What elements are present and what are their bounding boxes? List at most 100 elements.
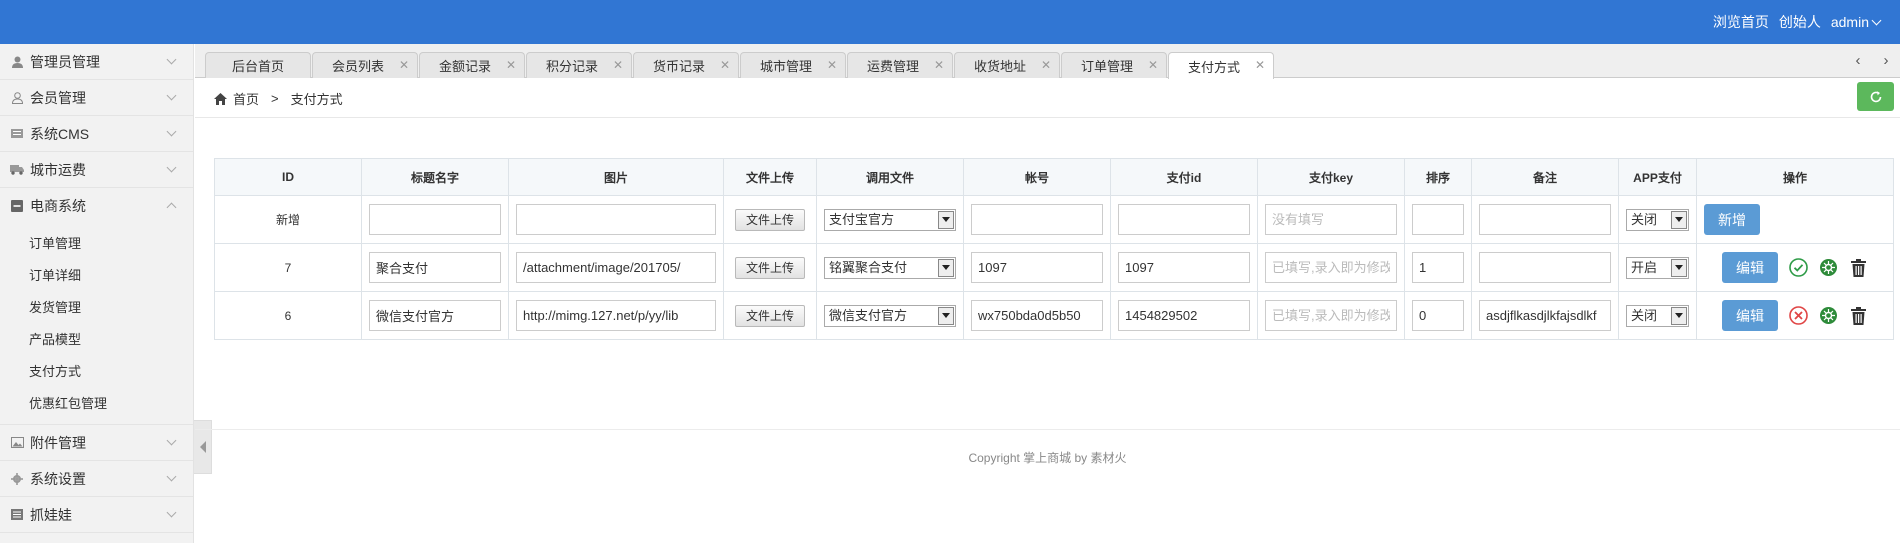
add-button[interactable]: 新增: [1704, 204, 1760, 235]
sidebar-item-members[interactable]: 会员管理: [0, 80, 193, 116]
chevron-down-icon: [166, 90, 177, 101]
list-icon: [10, 509, 24, 521]
close-icon[interactable]: ✕: [399, 58, 409, 72]
account-input[interactable]: [971, 252, 1103, 283]
remark-input[interactable]: [1479, 252, 1611, 283]
tab-label: 后台首页: [231, 59, 284, 74]
app-pay-select[interactable]: 关闭: [1626, 304, 1689, 327]
tab-label: 订单管理: [1080, 59, 1133, 74]
chevron-up-icon: [166, 202, 177, 213]
sidebar-item-admin[interactable]: 管理员管理: [0, 44, 193, 80]
sidebar-subitem-shipping[interactable]: 发货管理: [0, 292, 193, 324]
pay-id-input[interactable]: [1118, 252, 1250, 283]
sidebar-item-label: 系统设置: [30, 470, 86, 487]
close-icon[interactable]: ✕: [827, 58, 837, 72]
sidebar-item-cms[interactable]: 系统CMS: [0, 116, 193, 152]
select-value: 支付宝官方: [829, 211, 895, 227]
browse-home-link[interactable]: 浏览首页: [1713, 12, 1769, 32]
image-input[interactable]: [516, 252, 716, 283]
tab-label: 积分记录: [545, 59, 598, 74]
column-header: 排序: [1404, 158, 1472, 196]
sidebar-subitem-payment[interactable]: 支付方式: [0, 356, 193, 388]
sidebar-item-ecommerce[interactable]: 电商系统: [0, 188, 193, 224]
file-upload-button[interactable]: 文件上传: [734, 208, 805, 231]
user-menu[interactable]: admin: [1830, 14, 1882, 30]
truck-icon: [10, 164, 24, 176]
tab-freight-management[interactable]: 运费管理 ✕: [847, 52, 953, 78]
sidebar-subitem-coupons[interactable]: 优惠红包管理: [0, 388, 193, 420]
column-header: APP支付: [1618, 158, 1697, 196]
tab-points-records[interactable]: 积分记录 ✕: [526, 52, 632, 78]
image-input[interactable]: [516, 300, 716, 331]
close-icon[interactable]: ✕: [720, 58, 730, 72]
tab-amount-records[interactable]: 金额记录 ✕: [419, 52, 525, 78]
tab-order-management[interactable]: 订单管理 ✕: [1061, 52, 1167, 78]
pay-key-input[interactable]: [1265, 204, 1397, 235]
remark-input[interactable]: [1479, 204, 1611, 235]
tab-payment-methods[interactable]: 支付方式 ✕: [1168, 52, 1274, 79]
close-icon[interactable]: ✕: [613, 58, 623, 72]
enabled-check-icon[interactable]: [1788, 258, 1808, 278]
image-input[interactable]: [516, 204, 716, 235]
edit-button[interactable]: 编辑: [1722, 300, 1778, 331]
sidebar-item-city-freight[interactable]: 城市运费: [0, 152, 193, 188]
file-upload-button[interactable]: 文件上传: [734, 304, 805, 327]
tab-scroll-right-icon[interactable]: ›: [1872, 48, 1900, 72]
title-input[interactable]: [369, 300, 501, 331]
account-input[interactable]: [971, 204, 1103, 235]
sidebar-item-claw-machine[interactable]: 抓娃娃: [0, 497, 193, 533]
trash-icon[interactable]: [1848, 306, 1868, 326]
dropdown-arrow-icon: [1675, 217, 1683, 222]
file-upload-button[interactable]: 文件上传: [734, 256, 805, 279]
user-name: admin: [1830, 14, 1869, 30]
sort-input[interactable]: [1412, 252, 1464, 283]
sidebar-subitem-orders[interactable]: 订单管理: [0, 228, 193, 260]
sidebar-item-attachments[interactable]: 附件管理: [0, 425, 193, 461]
pay-id-input[interactable]: [1118, 300, 1250, 331]
sidebar-item-settings[interactable]: 系统设置: [0, 461, 193, 497]
cell-id: 新增: [214, 195, 362, 244]
app-pay-select[interactable]: 开启: [1626, 256, 1689, 279]
settings-wheel-icon[interactable]: [1818, 306, 1838, 326]
disabled-x-icon[interactable]: [1788, 306, 1808, 326]
close-icon[interactable]: ✕: [1255, 58, 1265, 72]
sort-input[interactable]: [1412, 300, 1464, 331]
tab-currency-records[interactable]: 货币记录 ✕: [633, 52, 739, 78]
account-input[interactable]: [971, 300, 1103, 331]
payment-methods-table: ID 标题名字 图片 文件上传 调用文件 帐号 支付id 支付key 排序 备注…: [214, 158, 1894, 340]
refresh-button[interactable]: [1857, 82, 1894, 111]
sidebar-subitem-order-details[interactable]: 订单详细: [0, 260, 193, 292]
close-icon[interactable]: ✕: [1041, 58, 1051, 72]
sort-input[interactable]: [1412, 204, 1464, 235]
call-file-select[interactable]: 铭翼聚合支付: [824, 256, 956, 279]
pay-key-input[interactable]: [1265, 252, 1397, 283]
tab-member-list[interactable]: 会员列表 ✕: [312, 52, 418, 78]
sidebar-item-label: 管理员管理: [30, 53, 100, 70]
tab-label: 金额记录: [438, 59, 491, 74]
founder-link[interactable]: 创始人: [1779, 12, 1821, 32]
app-pay-select[interactable]: 关闭: [1626, 208, 1689, 231]
tab-scroll-left-icon[interactable]: ‹: [1844, 48, 1872, 72]
edit-button[interactable]: 编辑: [1722, 252, 1778, 283]
cell-id: 6: [214, 291, 362, 340]
column-header: 标题名字: [361, 158, 509, 196]
column-header: 图片: [508, 158, 724, 196]
trash-icon[interactable]: [1848, 258, 1868, 278]
close-icon[interactable]: ✕: [934, 58, 944, 72]
tab-shipping-address[interactable]: 收货地址 ✕: [954, 52, 1060, 78]
tab-city-management[interactable]: 城市管理 ✕: [740, 52, 846, 78]
call-file-select[interactable]: 微信支付官方: [824, 304, 956, 327]
sidebar-item-label: 附件管理: [30, 434, 86, 451]
title-input[interactable]: [369, 204, 501, 235]
call-file-select[interactable]: 支付宝官方: [824, 208, 956, 231]
remark-input[interactable]: [1479, 300, 1611, 331]
close-icon[interactable]: ✕: [506, 58, 516, 72]
breadcrumb-home[interactable]: 首页: [233, 89, 259, 108]
pay-key-input[interactable]: [1265, 300, 1397, 331]
close-icon[interactable]: ✕: [1148, 58, 1158, 72]
sidebar-subitem-product-model[interactable]: 产品模型: [0, 324, 193, 356]
tab-dashboard[interactable]: 后台首页: [205, 52, 311, 78]
pay-id-input[interactable]: [1118, 204, 1250, 235]
title-input[interactable]: [369, 252, 501, 283]
settings-wheel-icon[interactable]: [1818, 258, 1838, 278]
